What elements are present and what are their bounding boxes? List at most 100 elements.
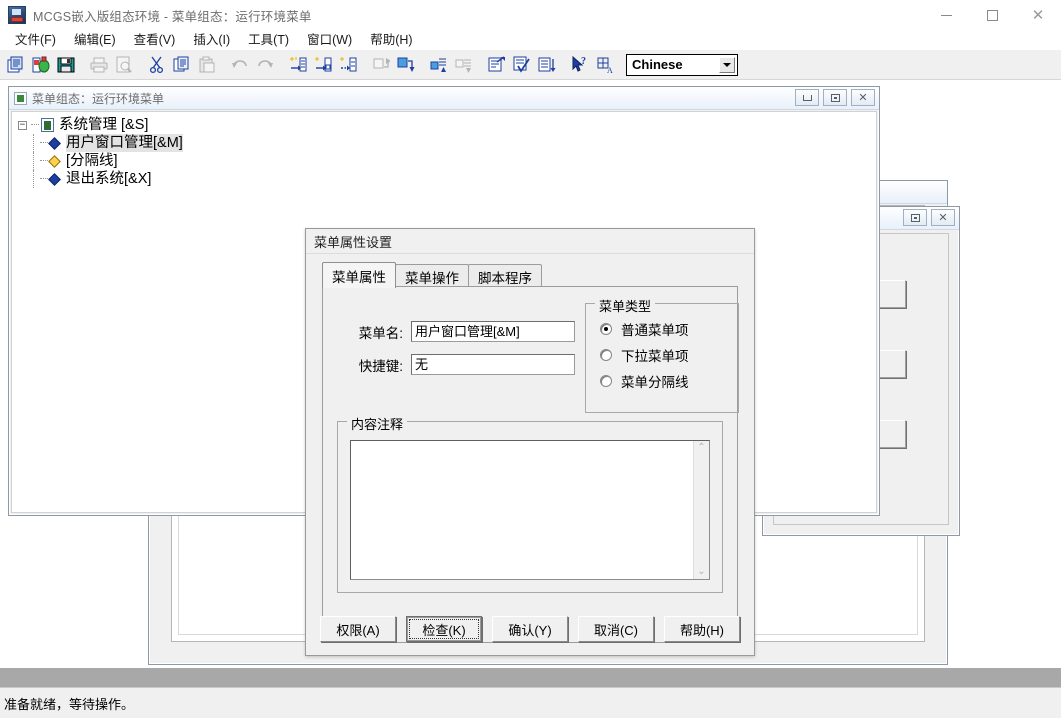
toolbar: ? A Chinese <box>0 50 1061 80</box>
menu-bar: 文件(F) 编辑(E) 查看(V) 插入(I) 工具(T) 窗口(W) 帮助(H… <box>0 30 1061 50</box>
move-up-icon[interactable] <box>427 52 451 77</box>
menu-config-minimize-button[interactable] <box>795 89 819 106</box>
menu-window[interactable]: 窗口(W) <box>298 31 361 49</box>
tab-menu-properties[interactable]: 菜单属性 <box>322 262 396 288</box>
window-controls: ✕ <box>923 0 1061 30</box>
tab-menu-operation[interactable]: 菜单操作 <box>395 264 469 288</box>
mdi-client-area: ✕ 组态 窗口 属性 菜单组态：运行环境菜单 ✕ <box>0 81 1061 718</box>
help-button[interactable]: 帮助(H) <box>664 616 740 642</box>
redo-icon[interactable] <box>253 52 277 77</box>
undo-icon[interactable] <box>228 52 252 77</box>
properties-icon[interactable] <box>485 52 509 77</box>
dialog-tab-pane: 菜单名: 用户窗口管理[&M] 快捷键: 无 菜单类型 普通菜单项 下拉菜单项 … <box>322 286 739 643</box>
cancel-button-label: 取消(C) <box>593 622 639 638</box>
permission-button[interactable]: 权限(A) <box>320 616 396 642</box>
new-project-icon[interactable] <box>4 52 28 77</box>
tree-node-user-window-manage[interactable]: 用户窗口管理[&M] <box>18 134 876 152</box>
radio-dropdown-menu-item[interactable]: 下拉菜单项 <box>600 342 738 368</box>
restore-icon <box>830 93 840 102</box>
tree-node-root[interactable]: − 系统管理 [&S] <box>18 116 876 134</box>
properties-restore-button[interactable] <box>903 209 927 226</box>
menu-config-close-button[interactable]: ✕ <box>851 89 875 106</box>
tree-node-exit-system[interactable]: 退出系统[&X] <box>18 170 876 188</box>
radio-label: 菜单分隔线 <box>621 375 689 390</box>
properties-close-button[interactable]: ✕ <box>931 209 955 226</box>
print-preview-icon[interactable] <box>112 52 136 77</box>
chevron-down-icon[interactable] <box>719 56 735 73</box>
tree-node-label: 退出系统[&X] <box>66 171 152 187</box>
minimize-icon <box>802 94 812 101</box>
comment-textarea-wrapper: ⌃ ⌄ <box>350 440 710 580</box>
radio-indicator-icon <box>600 375 612 387</box>
menu-properties-dialog[interactable]: 菜单属性设置 菜单属性 菜单操作 脚本程序 菜单名: 用户窗口管理[&M] 快捷… <box>305 228 755 656</box>
toolbar-separator <box>278 53 286 77</box>
main-title-bar: MCGS嵌入版组态环境 - 菜单组态：运行环境菜单 ✕ <box>0 0 1061 30</box>
menu-insert[interactable]: 插入(I) <box>184 31 239 49</box>
cancel-button[interactable]: 取消(C) <box>578 616 654 642</box>
toolbar-separator <box>361 53 369 77</box>
language-switch-icon[interactable]: A <box>593 52 617 77</box>
shortcut-input[interactable]: 无 <box>411 354 575 375</box>
tab-script-program[interactable]: 脚本程序 <box>468 264 542 288</box>
insert-submenu-icon[interactable] <box>311 52 335 77</box>
dialog-button-row: 权限(A) 检查(K) 确认(Y) 取消(C) 帮助(H) <box>320 616 740 642</box>
open-project-icon[interactable] <box>29 52 53 77</box>
check-script-icon[interactable] <box>510 52 534 77</box>
close-button[interactable]: ✕ <box>1015 0 1061 30</box>
menu-config-title-bar: 菜单组态：运行环境菜单 ✕ <box>9 87 879 110</box>
comment-textarea[interactable] <box>351 441 693 579</box>
menu-view[interactable]: 查看(V) <box>125 31 185 49</box>
menu-name-label: 菜单名: <box>358 325 403 341</box>
comment-scrollbar[interactable]: ⌃ ⌄ <box>693 441 709 579</box>
chevron-up-icon[interactable]: ⌃ <box>697 443 705 453</box>
menu-edit[interactable]: 编辑(E) <box>65 31 125 49</box>
move-down-icon[interactable] <box>452 52 476 77</box>
tree-indent <box>18 152 40 170</box>
minimize-button[interactable] <box>923 0 969 30</box>
print-icon[interactable] <box>87 52 111 77</box>
shortcut-label: 快捷键: <box>358 358 403 374</box>
properties-window-controls: ✕ <box>903 209 955 226</box>
confirm-button[interactable]: 确认(Y) <box>492 616 568 642</box>
copy-icon[interactable] <box>170 52 194 77</box>
tree-connector <box>31 124 39 126</box>
separator-item-icon <box>48 154 61 168</box>
toolbar-separator <box>137 53 145 77</box>
status-bar: 准备就绪，等待操作。 <box>0 687 1061 718</box>
menu-config-restore-button[interactable] <box>823 89 847 106</box>
check-button[interactable]: 检查(K) <box>406 616 482 642</box>
maximize-button[interactable] <box>969 0 1015 30</box>
menu-name-input[interactable]: 用户窗口管理[&M] <box>411 321 575 342</box>
dialog-tabstrip: 菜单属性 菜单操作 脚本程序 <box>322 262 542 288</box>
move-up-level-icon[interactable] <box>369 52 393 77</box>
save-icon[interactable] <box>54 52 78 77</box>
chevron-down-icon[interactable]: ⌄ <box>697 567 705 577</box>
collapse-toggle-icon[interactable]: − <box>18 120 27 130</box>
sort-list-icon[interactable] <box>535 52 559 77</box>
move-down-level-icon[interactable] <box>394 52 418 77</box>
insert-menu-item-icon[interactable] <box>286 52 310 77</box>
mcgs-app-icon <box>8 6 26 24</box>
tree-connector <box>33 170 35 188</box>
paste-icon[interactable] <box>195 52 219 77</box>
menu-type-group-title: 菜单类型 <box>595 296 656 315</box>
toolbar-separator <box>419 53 427 77</box>
toolbar-separator <box>477 53 485 77</box>
tree-indent <box>18 170 40 188</box>
menu-item-icon <box>48 172 61 186</box>
menu-file[interactable]: 文件(F) <box>6 31 65 49</box>
radio-normal-menu-item[interactable]: 普通菜单项 <box>600 316 738 342</box>
cut-icon[interactable] <box>145 52 169 77</box>
language-select[interactable]: Chinese <box>626 53 738 76</box>
comment-group: 内容注释 ⌃ ⌄ <box>337 414 723 593</box>
close-icon: ✕ <box>1031 5 1045 24</box>
tree-node-separator[interactable]: [分隔线] <box>18 152 876 170</box>
radio-menu-separator[interactable]: 菜单分隔线 <box>600 368 738 394</box>
help-button-label: 帮助(H) <box>679 622 725 638</box>
menu-help[interactable]: 帮助(H) <box>361 31 421 49</box>
menu-tools[interactable]: 工具(T) <box>239 31 298 49</box>
insert-separator-icon[interactable] <box>336 52 360 77</box>
menu-config-window-controls: ✕ <box>795 89 875 106</box>
context-help-icon[interactable]: ? <box>568 52 592 77</box>
toolbar-separator <box>560 53 568 77</box>
